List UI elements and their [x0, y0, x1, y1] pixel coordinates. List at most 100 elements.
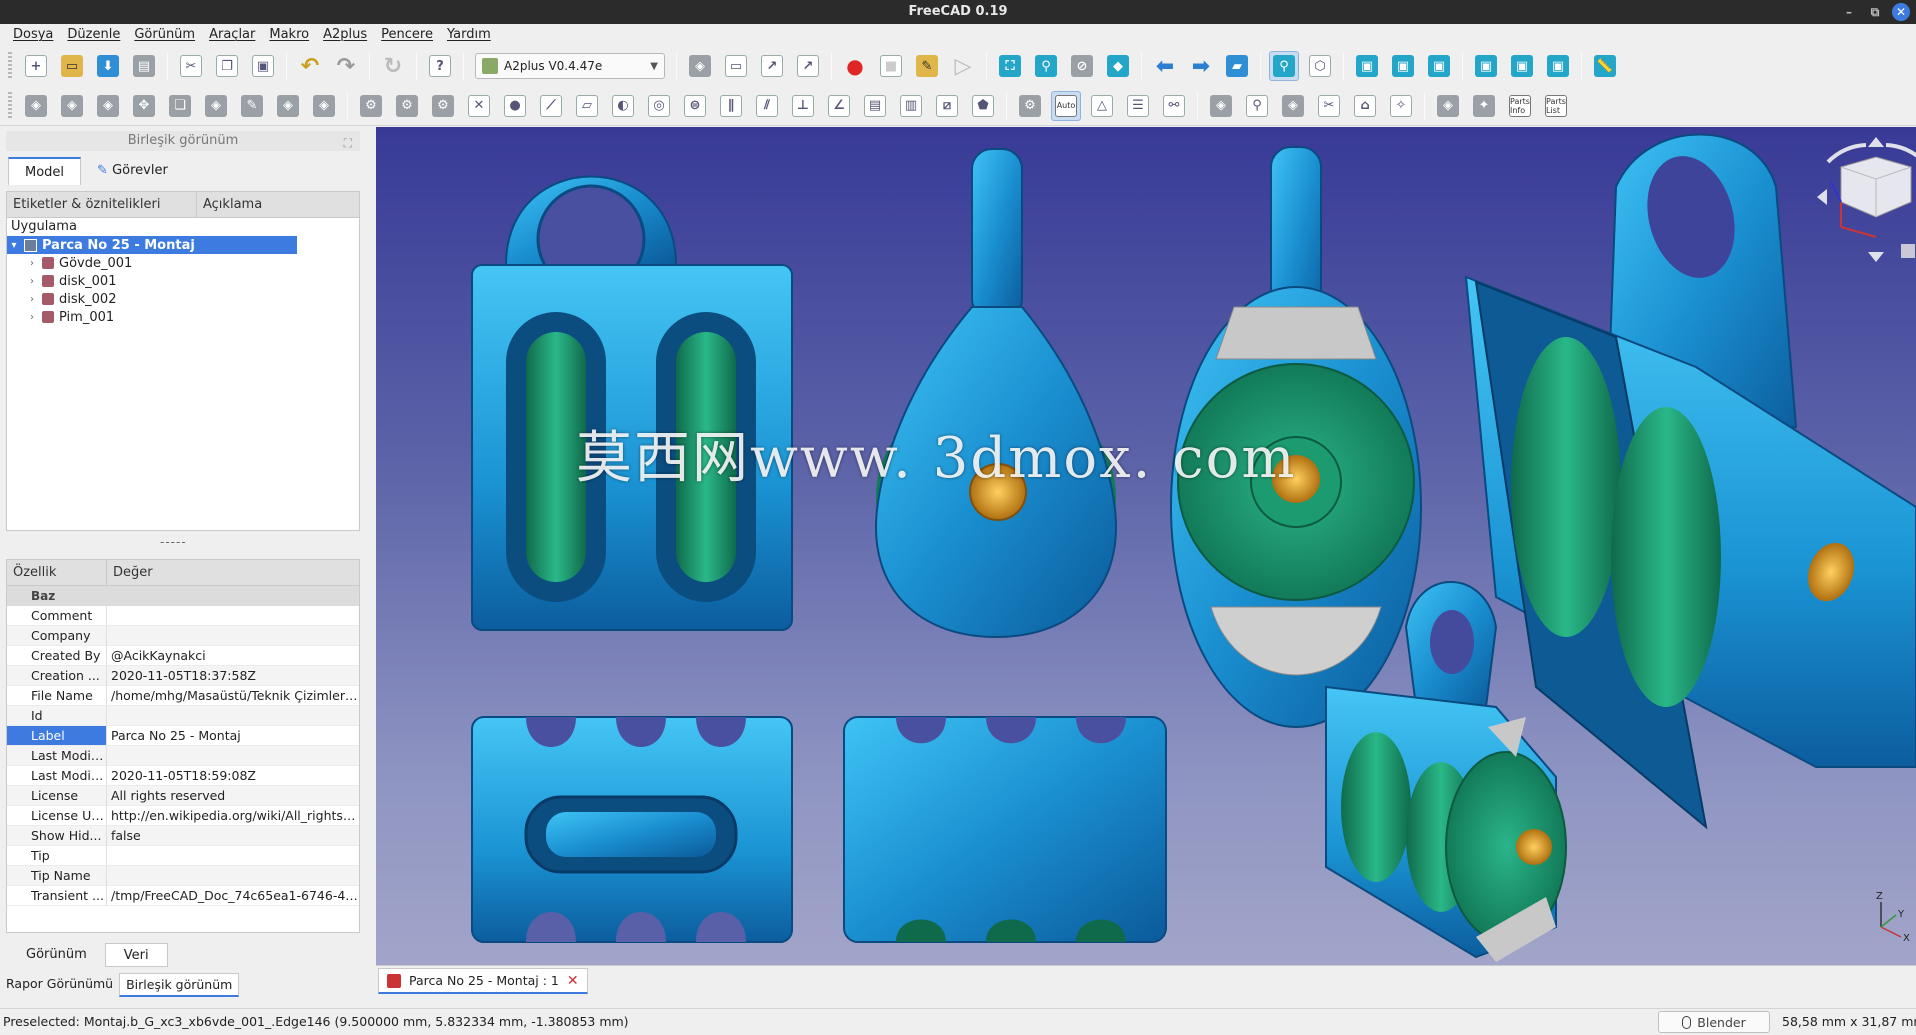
cut-assembly-button[interactable]: ✂ [1314, 91, 1344, 121]
tree-item-govde[interactable]: › Gövde_001 [7, 254, 359, 272]
new-document-button[interactable]: + [21, 51, 51, 81]
macro-edit-button[interactable]: ✎ [912, 51, 942, 81]
constraint-2-button[interactable]: ⚙ [392, 91, 422, 121]
move-part-button[interactable]: ✥ [129, 91, 159, 121]
draw-style-button[interactable]: ⊘ [1067, 51, 1097, 81]
auto-solve-toggle[interactable]: Auto [1051, 90, 1081, 121]
tab-report-view[interactable]: Rapor Görünümü [0, 973, 119, 997]
constraint-viewer-button[interactable]: ☰ [1123, 91, 1153, 121]
paste-button[interactable]: ▣ [248, 51, 278, 81]
end-view-model[interactable] [843, 716, 1167, 943]
flip-direction-button[interactable]: △ [1087, 91, 1117, 121]
lcs-button[interactable]: ◈ [309, 91, 339, 121]
navigation-style-button[interactable]: Blender [1658, 1011, 1770, 1033]
toolbar-grip[interactable] [8, 91, 12, 120]
point-on-line-button[interactable]: ⟋ [536, 91, 566, 121]
plane-coincident-button[interactable]: ▥ [896, 91, 926, 121]
tree-item-pim[interactable]: › Pim_001 [7, 308, 359, 326]
property-row[interactable]: Last Modif... 2020-11-05T18:59:08Z [7, 766, 359, 786]
tree-col-labels[interactable]: Etiketler & öznitelikleri [7, 192, 197, 217]
sphere-center-button[interactable]: ◐ [608, 91, 638, 121]
axis-plane-normal-button[interactable]: ⊥ [788, 91, 818, 121]
tree-item-document[interactable]: ▾ Parca No 25 - Montaj [7, 236, 297, 254]
plane-parallel-button[interactable]: ▤ [860, 91, 890, 121]
tree-col-description[interactable]: Açıklama [197, 192, 262, 217]
macro-record-button[interactable]: ● [840, 51, 870, 81]
point-on-plane-button[interactable]: ▱ [572, 91, 602, 121]
property-row[interactable]: Tip [7, 846, 359, 866]
tab-combo-view[interactable]: Birleşik görünüm [119, 973, 240, 997]
view-front-button[interactable]: ▣ [1352, 51, 1382, 81]
angled-planes-button[interactable]: ⧄ [932, 91, 962, 121]
menu-makro[interactable]: Makro [262, 24, 316, 46]
chevron-down-icon[interactable]: ▾ [7, 240, 21, 251]
navigation-cube[interactable] [1817, 137, 1916, 262]
property-row[interactable]: Creation ... 2020-11-05T18:37:58Z [7, 666, 359, 686]
view-isometric-button[interactable]: ⬡ [1305, 51, 1335, 81]
tree-item-disk-001[interactable]: › disk_001 [7, 272, 359, 290]
search-button[interactable]: ⚲ [1242, 91, 1272, 121]
property-value[interactable] [107, 706, 359, 725]
plan-view-model[interactable] [471, 716, 793, 943]
property-value[interactable] [107, 626, 359, 645]
restore-icon[interactable]: ⧉ [1866, 3, 1884, 21]
menu-duzenle[interactable]: Düzenle [60, 24, 127, 46]
isometric-button[interactable]: ◆ [1103, 51, 1133, 81]
parts-info-button[interactable]: Parts Info [1505, 91, 1535, 121]
cut-button[interactable]: ✂ [176, 51, 206, 81]
document-tab[interactable]: Parca No 25 - Montaj : 1 ✕ [378, 968, 588, 994]
axis-parallel-button[interactable]: ∥ [716, 91, 746, 121]
view-left-button[interactable]: ▣ [1543, 51, 1573, 81]
property-value[interactable]: 2020-11-05T18:59:08Z [107, 766, 359, 785]
property-row[interactable]: Company [7, 626, 359, 646]
tab-tasks[interactable]: ✎ Görevler [81, 157, 184, 185]
workbench-selector[interactable]: A2plus V0.4.47e ▼ [475, 53, 665, 79]
duplicate-part-button[interactable]: ❏ [165, 91, 195, 121]
isolate-button[interactable]: ◈ [1278, 91, 1308, 121]
menu-pencere[interactable]: Pencere [374, 24, 440, 46]
menu-gorunum[interactable]: Görünüm [127, 24, 202, 46]
edit-part-button[interactable]: ✎ [237, 91, 267, 121]
bom-button[interactable]: ⌂ [1350, 91, 1380, 121]
property-value[interactable]: http://en.wikipedia.org/wiki/All_rights_… [107, 806, 359, 825]
property-value[interactable]: All rights reserved [107, 786, 359, 805]
chevron-right-icon[interactable]: › [25, 312, 39, 323]
view-top-button[interactable]: ▣ [1388, 51, 1418, 81]
macro-stop-button[interactable]: ■ [876, 51, 906, 81]
property-row[interactable]: License All rights reserved [7, 786, 359, 806]
add-shape-button[interactable]: ◈ [57, 91, 87, 121]
axis-plane-angle-button[interactable]: ∠ [824, 91, 854, 121]
part-button[interactable]: ◈ [685, 51, 715, 81]
print-button[interactable]: ▤ [129, 51, 159, 81]
close-tab-icon[interactable]: ✕ [567, 973, 579, 989]
menu-araclar[interactable]: Araçlar [202, 24, 262, 46]
prop-col-value[interactable]: Değer [107, 560, 153, 585]
circular-edge-button[interactable]: ◎ [644, 91, 674, 121]
link-button[interactable]: ↗ [757, 51, 787, 81]
3d-viewport[interactable]: Z Y X 莫西网www. 3dmox. com [376, 127, 1916, 965]
prop-col-property[interactable]: Özellik [7, 560, 107, 585]
panel-splitter[interactable]: ----- [160, 535, 187, 549]
show-connections-button[interactable]: ⚯ [1159, 91, 1189, 121]
3d-scene[interactable]: Z Y X [376, 127, 1916, 965]
tree-item-disk-002[interactable]: › disk_002 [7, 290, 359, 308]
toolbar-grip[interactable] [8, 52, 12, 80]
property-row[interactable]: Created By @AcikKaynakci [7, 646, 359, 666]
float-icon[interactable]: ⛶ [344, 133, 352, 153]
view-right-button[interactable]: ▣ [1424, 51, 1454, 81]
property-row[interactable]: License URL http://en.wikipedia.org/wiki/… [7, 806, 359, 826]
menu-a2plus[interactable]: A2plus [316, 24, 374, 46]
macro-run-button[interactable]: ▷ [948, 51, 978, 81]
chevron-right-icon[interactable]: › [25, 294, 39, 305]
add-part-button[interactable]: ◈ [21, 91, 51, 121]
axis-plane-parallel-button[interactable]: ⫽ [752, 91, 782, 121]
clean-button[interactable]: ✧ [1386, 91, 1416, 121]
group-button[interactable]: ▭ [721, 51, 751, 81]
property-row[interactable]: Transient .../tmp/FreeCAD_Doc_74c65ea1-6… [7, 886, 359, 906]
link-actions-button[interactable]: ↗ [793, 51, 823, 81]
property-value[interactable] [107, 606, 359, 625]
delete-constraints-button[interactable]: ✕ [464, 91, 494, 121]
axis-coincident-button[interactable]: ⊜ [680, 91, 710, 121]
view-bottom-button[interactable]: ▣ [1507, 51, 1537, 81]
zoom-dropdown-button[interactable]: ⚲ [1269, 51, 1299, 81]
